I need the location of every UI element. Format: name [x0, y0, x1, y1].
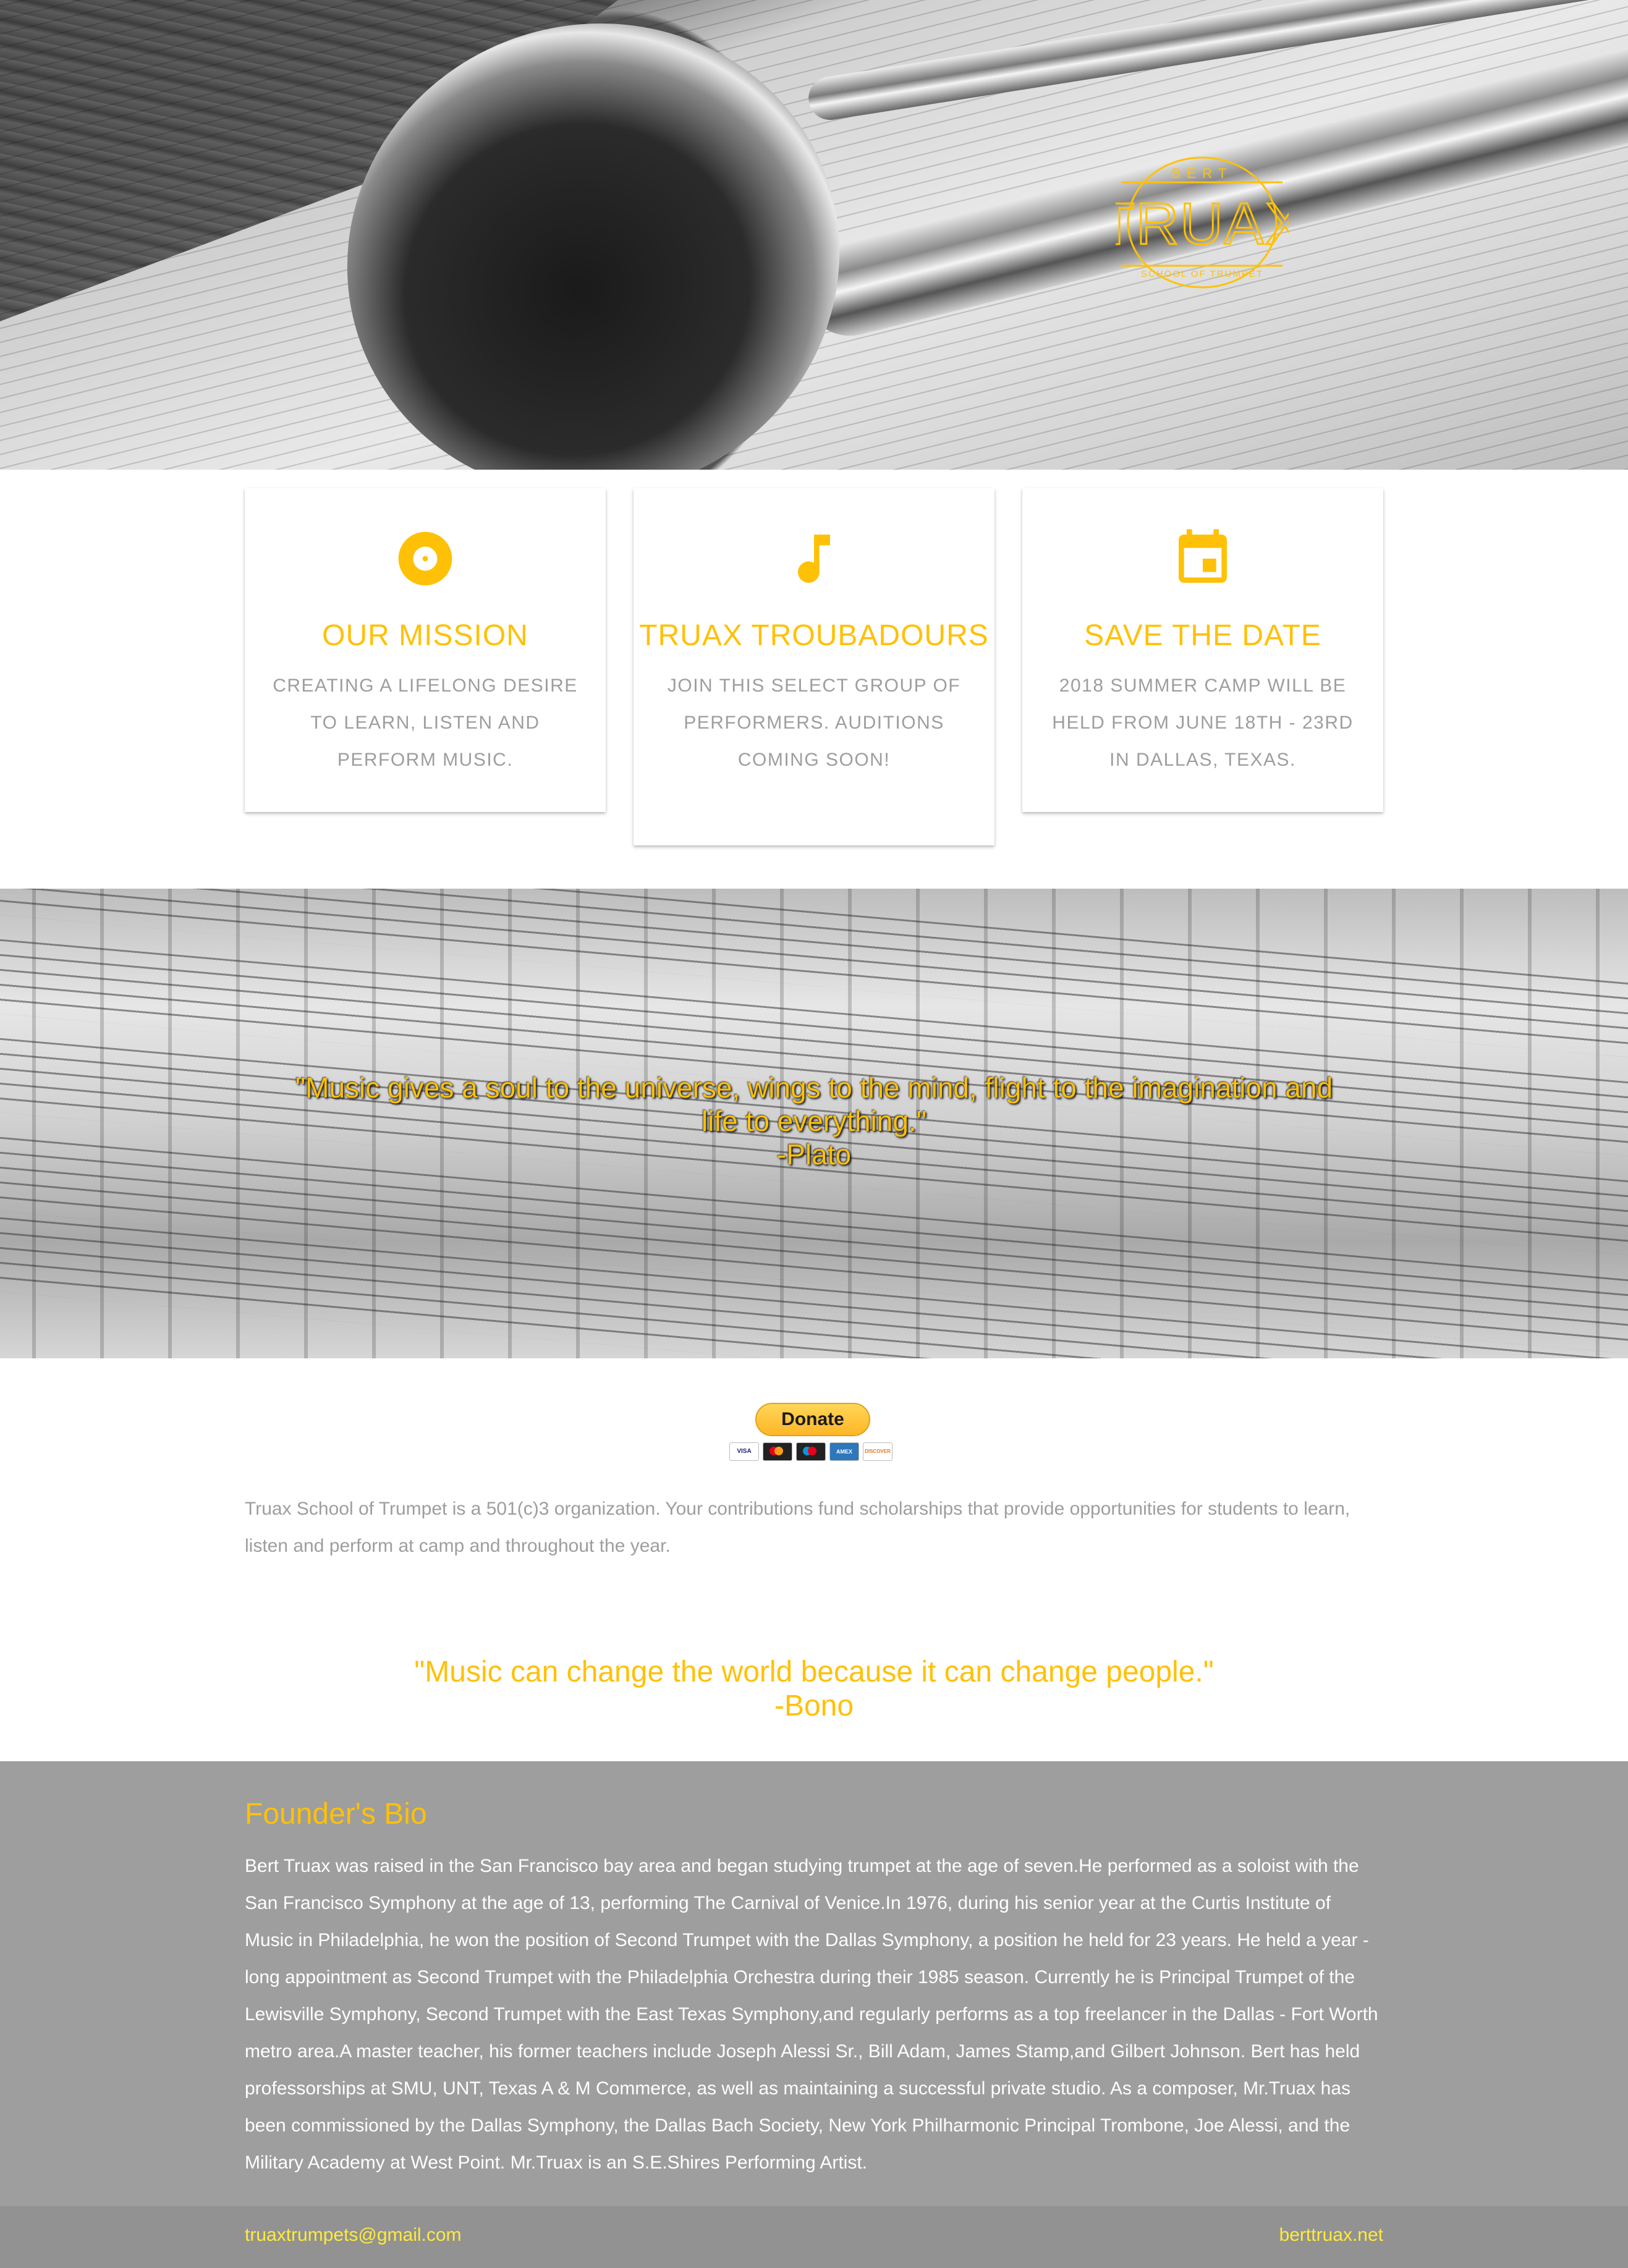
site-logo[interactable]: BERT TRUAX SCHOOL OF TRUMPET [1098, 151, 1305, 294]
founder-bio-section: Founder's Bio Bert Truax was raised in t… [0, 1761, 1628, 2206]
logo-bottom-text: SCHOOL OF TRUMPET [1141, 269, 1263, 279]
hero-banner: BERT TRUAX SCHOOL OF TRUMPET [0, 0, 1628, 470]
email-link[interactable]: truaxtrumpets@gmail.com [245, 2225, 462, 2246]
website-link[interactable]: berttruax.net [1279, 2225, 1383, 2246]
footer: truaxtrumpets@gmail.com berttruax.net [0, 2206, 1628, 2268]
donate-button[interactable]: Donate [755, 1403, 870, 1436]
quote-banner: "Music gives a soul to the universe, win… [0, 889, 1628, 1358]
mastercard-icon [763, 1442, 792, 1461]
amex-icon: AMEX [829, 1442, 859, 1461]
bono-quote: "Music can change the world because it c… [0, 1655, 1628, 1723]
card-troubadours: TRUAX TROUBADOURS JOIN THIS SELECT GROUP… [634, 488, 994, 845]
bio-text: Bert Truax was raised in the San Francis… [245, 1856, 1378, 2173]
quote-author: -Bono [774, 1690, 854, 1722]
quote-text: "Music can change the world because it c… [414, 1656, 1214, 1688]
disc-icon [398, 531, 452, 586]
logo-top-text: BERT [1172, 166, 1232, 181]
card-title: TRUAX TROUBADOURS [639, 619, 989, 652]
quote-line-1: "Music gives a soul to the universe, win… [295, 1072, 1333, 1104]
maestro-icon [796, 1442, 826, 1461]
card-title: OUR MISSION [322, 619, 528, 652]
card-save-the-date: SAVE THE DATE 2018 SUMMER CAMP WILL BE H… [1022, 488, 1383, 812]
card-mission: OUR MISSION CREATING A LIFELONG DESIRE T… [245, 488, 606, 812]
quote-author: -Plato [776, 1138, 852, 1170]
bio-title: Founder's Bio [245, 1798, 427, 1830]
calendar-icon [1179, 529, 1227, 583]
card-text: 2018 SUMMER CAMP WILL BE HELD FROM JUNE … [1052, 675, 1354, 770]
logo-main-text: TRUAX [1116, 191, 1289, 257]
organization-statement: Truax School of Trumpet is a 501(c)3 org… [245, 1499, 1350, 1556]
card-title: SAVE THE DATE [1084, 619, 1321, 652]
visa-icon: VISA [729, 1442, 759, 1461]
music-note-icon [798, 535, 830, 583]
quote-line-2: life to everything." [701, 1105, 927, 1137]
plato-quote: "Music gives a soul to the universe, win… [0, 1071, 1628, 1171]
card-text: CREATING A LIFELONG DESIRE TO LEARN, LIS… [273, 675, 578, 770]
card-text: JOIN THIS SELECT GROUP OF PERFORMERS. AU… [667, 675, 961, 770]
discover-icon: DISCOVER [863, 1442, 892, 1461]
payment-cards: VISA AMEX DISCOVER [729, 1442, 892, 1461]
logo-graphic: BERT TRUAX SCHOOL OF TRUMPET [1098, 156, 1305, 289]
